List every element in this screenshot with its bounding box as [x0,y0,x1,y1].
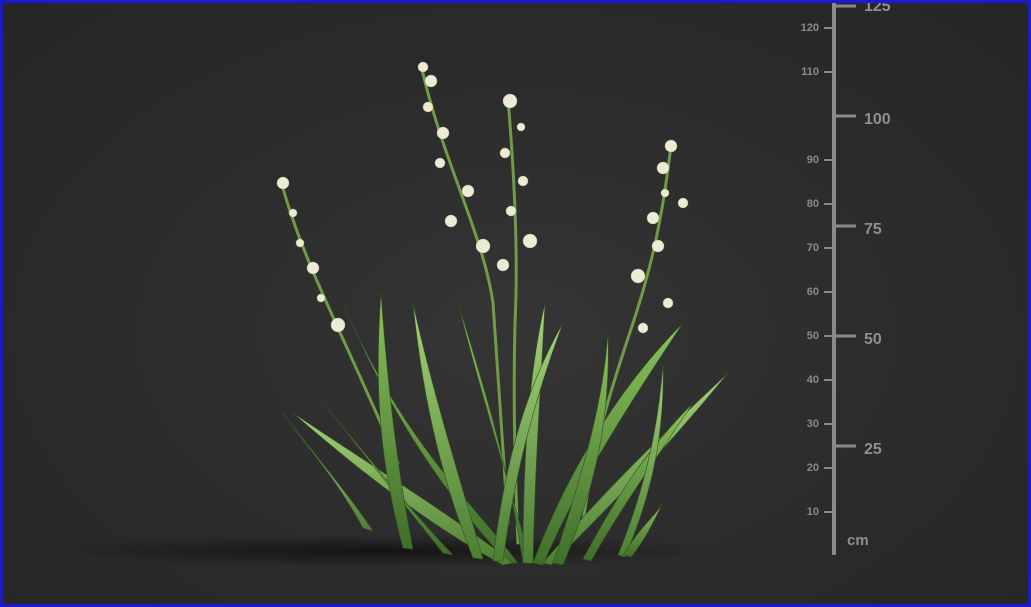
major-label-50: 50 [864,331,882,348]
tick-label-10: 10 [806,506,819,518]
major-label-125: 125 [864,0,891,15]
major-label-25: 25 [864,441,882,458]
plant-scene [43,3,856,567]
flower-stems [279,63,673,545]
tick-label-30: 30 [806,418,819,430]
unit-label: cm [847,532,869,549]
tick-label-50: 50 [806,330,819,342]
flower-clusters [276,61,689,334]
height-ruler [824,3,856,555]
tick-label-90: 90 [806,154,819,166]
tick-label-110: 110 [801,66,819,78]
grass-leaves [282,292,729,566]
tick-label-70: 70 [806,242,819,254]
tick-label-60: 60 [806,286,819,298]
image-frame: 10 20 30 40 50 60 70 80 90 110 120 25 50… [0,0,1031,607]
tick-label-80: 80 [806,198,819,210]
tick-label-40: 40 [806,374,819,386]
major-label-100: 100 [864,111,891,128]
major-label-75: 75 [864,221,882,238]
tick-label-20: 20 [806,462,819,474]
tick-label-120: 120 [800,22,819,34]
